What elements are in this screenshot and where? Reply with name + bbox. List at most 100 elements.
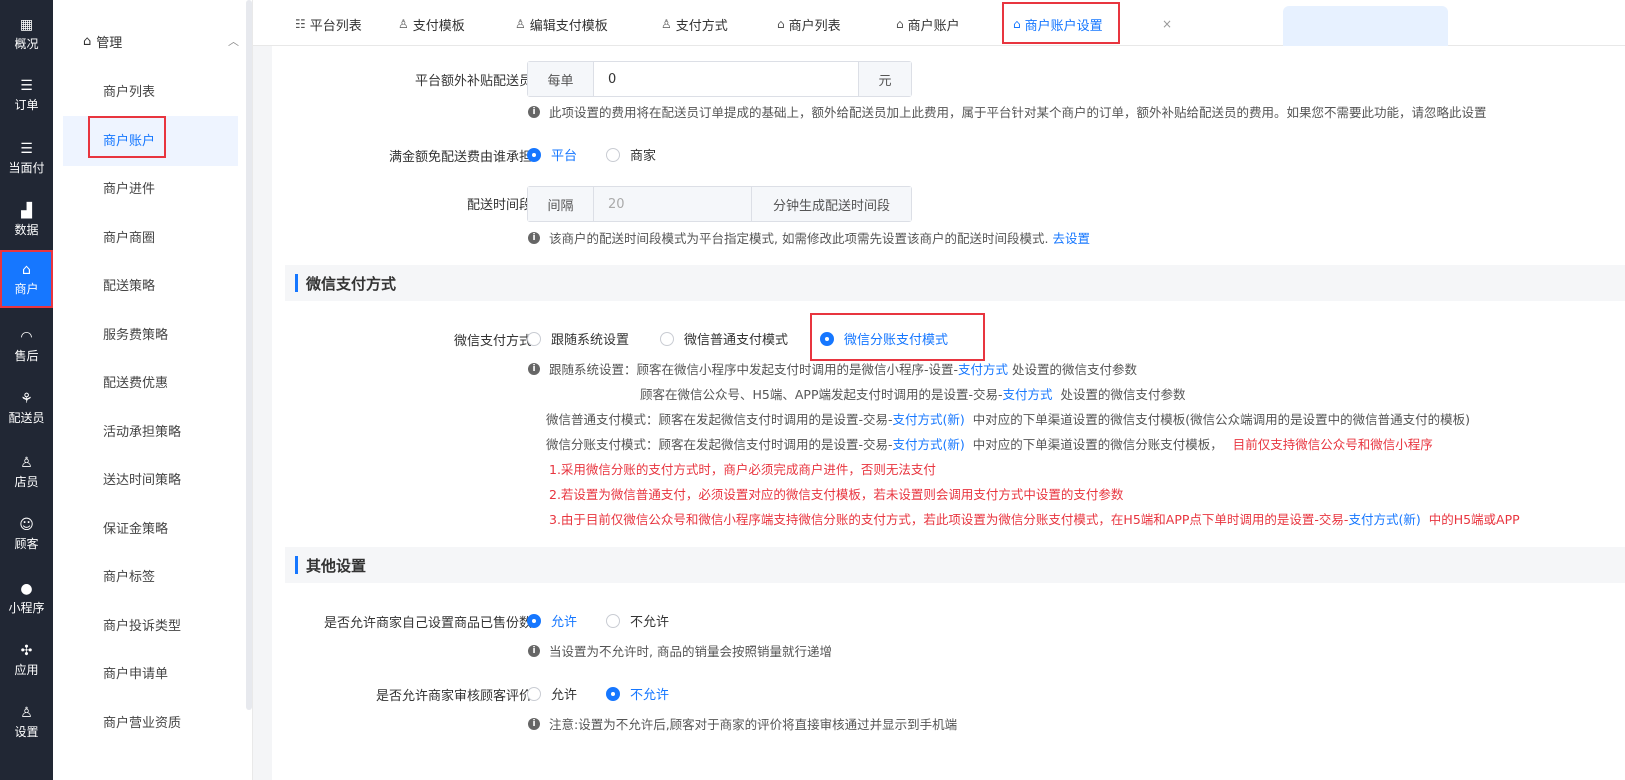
radio-dot: [606, 147, 620, 162]
review-label: 是否允许商家审核顾客评价: [375, 689, 532, 704]
info-icon: i: [528, 105, 540, 118]
sidebar-item-complaint-types[interactable]: 商户投诉类型: [103, 609, 181, 639]
radio-dot: [527, 147, 541, 162]
tab-label: 商户列表: [788, 18, 841, 34]
free-delivery-label: 满金额免配送费由谁承担: [388, 150, 532, 165]
section-bar: [295, 556, 298, 574]
nav-item-merchant[interactable]: ⌂ 商户: [0, 250, 53, 308]
tab-merchant-account[interactable]: ⌂ 商户账户: [896, 13, 960, 35]
section-bar: [295, 274, 298, 292]
tab-payment-method[interactable]: ♙ 支付方式: [661, 13, 728, 35]
nav-label: 顾客: [14, 536, 39, 551]
subsidy-hint-text: 此项设置的费用将在配送员订单提成的基础上，额外给配送员加上此费用，属于平台针对某…: [549, 105, 1487, 120]
radio-label: 不允许: [630, 688, 670, 703]
radio-label: 微信普通支付模式: [684, 333, 789, 348]
tab-merchant-list[interactable]: ⌂ 商户列表: [777, 13, 841, 35]
sidebar-item-merchant-tags[interactable]: 商户标签: [103, 560, 155, 590]
sidebar-scrollbar[interactable]: [246, 0, 252, 710]
radio-label: 允许: [551, 615, 578, 630]
period-input-group: 间隔 分钟生成配送时间段: [527, 186, 912, 222]
period-prefix: 间隔: [528, 187, 594, 221]
sidebar-item-delivery-fee-discount[interactable]: 配送费优惠: [103, 366, 168, 396]
sidebar-item-onboarding[interactable]: 商户进件: [103, 172, 155, 202]
radio-review-allow[interactable]: 允许: [527, 684, 577, 703]
radio-review-disallow[interactable]: 不允许: [606, 684, 669, 703]
sidebar-item-business-license[interactable]: 商户营业资质: [103, 706, 181, 736]
store-icon: ⌂: [896, 17, 904, 31]
nav-item-settings[interactable]: ♙ 设置: [0, 694, 53, 750]
nav-item-overview[interactable]: ▦ 概况: [0, 6, 53, 62]
radio-label: 跟随系统设置: [551, 333, 630, 348]
nav-label: 数据: [14, 222, 39, 237]
sidebar-group-manage[interactable]: ⌂ 管理 ︿: [83, 30, 243, 52]
sidebar-item-activity-policy[interactable]: 活动承担策略: [103, 415, 181, 445]
bar-chart-icon: ▟: [21, 202, 32, 219]
subsidy-input[interactable]: [594, 62, 858, 96]
subsidy-prefix: 每单: [528, 62, 594, 96]
radio-sold-allow[interactable]: 允许: [527, 611, 577, 630]
radio-label: 商家: [630, 149, 657, 164]
radio-follow-system[interactable]: 跟随系统设置: [527, 329, 629, 348]
tab-edit-payment-template[interactable]: ♙ 编辑支付模板: [515, 13, 608, 35]
radio-sold-disallow[interactable]: 不允许: [606, 611, 669, 630]
explain-text: 跟随系统设置：顾客在微信小程序中发起支付时调用的是微信小程序-设置-: [549, 362, 959, 377]
radio-merchant[interactable]: 商家: [606, 145, 656, 164]
nav-item-orders[interactable]: ☰ 订单: [0, 67, 53, 123]
radio-dot: [660, 331, 674, 346]
tab-merchant-account-settings[interactable]: ⌂ 商户账户设置: [1013, 13, 1103, 35]
info-icon: i: [528, 717, 540, 730]
nav-item-data[interactable]: ▟ 数据: [0, 192, 53, 248]
section-title: 微信支付方式: [306, 274, 397, 293]
nav-item-after-sales[interactable]: ◠ 售后: [0, 318, 53, 374]
period-suffix: 分钟生成配送时间段: [751, 187, 911, 221]
radio-platform[interactable]: 平台: [527, 145, 577, 164]
list-icon: ☷: [295, 17, 306, 31]
payment-method-link[interactable]: 支付方式: [958, 359, 1008, 378]
review-hint: i 注意:设置为不允许后,顾客对于商家的评价将直接审核通过并显示到手机端: [528, 714, 957, 733]
payment-method-link[interactable]: 支付方式: [1003, 387, 1053, 402]
note-text: 3.由于目前仅微信公众号和微信小程序端支持微信分账的支付方式，若此项设置为微信分…: [549, 512, 1349, 527]
radio-normal-pay[interactable]: 微信普通支付模式: [660, 329, 788, 348]
nav-label: 应用: [14, 662, 39, 677]
tab-label: 商户账户设置: [1024, 18, 1103, 34]
sidebar-item-arrival-time-policy[interactable]: 送达时间策略: [103, 463, 181, 493]
radio-split-pay[interactable]: 微信分账支付模式: [820, 329, 948, 348]
radio-dot: [820, 331, 834, 346]
review-hint-text: 注意:设置为不允许后,顾客对于商家的评价将直接审核通过并显示到手机端: [549, 717, 958, 732]
payment-method-new-link[interactable]: 支付方式(新): [893, 437, 965, 452]
nav-label: 小程序: [8, 600, 45, 615]
payment-method-new-link[interactable]: 支付方式(新): [1348, 512, 1420, 527]
info-icon: i: [528, 644, 540, 657]
sidebar-item-merchant-list[interactable]: 商户列表: [103, 75, 155, 105]
sidebar-item-delivery-policy[interactable]: 配送策略: [103, 269, 155, 299]
payment-method-new-link[interactable]: 支付方式(新): [893, 412, 965, 427]
nav-item-customer[interactable]: ☺ 顾客: [0, 506, 53, 562]
radio-label: 微信分账支付模式: [844, 333, 949, 348]
sidebar-item-merchant-account[interactable]: 商户账户: [103, 124, 155, 154]
user-icon: ♙: [20, 454, 33, 471]
active-tab-background: [1283, 6, 1448, 46]
tab-platform-list[interactable]: ☷ 平台列表: [295, 13, 362, 35]
store-icon: ⌂: [777, 17, 785, 31]
sidebar-item-applications[interactable]: 商户申请单: [103, 657, 168, 687]
tab-payment-template[interactable]: ♙ 支付模板: [398, 13, 465, 35]
period-input[interactable]: [594, 187, 751, 221]
sidebar-item-deposit-policy[interactable]: 保证金策略: [103, 512, 168, 542]
nav-item-apps[interactable]: ✣ 应用: [0, 632, 53, 688]
nav-item-courier[interactable]: ⚘ 配送员: [0, 380, 53, 436]
explain-text: 微信普通支付模式：顾客在发起微信支付时调用的是设置-交易-: [546, 412, 893, 427]
chevron-up-icon: ︿: [228, 35, 239, 48]
secondary-sidebar: ⌂ 管理 ︿ 商户列表 商户账户 商户进件 商户商圈 配送策略 服务费策略 配送…: [53, 0, 253, 780]
go-setting-link[interactable]: 去设置: [1052, 228, 1090, 247]
nav-item-mini-program[interactable]: ● 小程序: [0, 570, 53, 626]
sidebar-item-service-fee-policy[interactable]: 服务费策略: [103, 318, 168, 348]
explain-warning: 目前仅支持微信公众号和微信小程序: [1232, 437, 1433, 452]
nav-item-face-pay[interactable]: ☰ 当面付: [0, 130, 53, 186]
sidebar-item-business-circle[interactable]: 商户商圈: [103, 221, 155, 251]
nav-label: 店员: [14, 474, 39, 489]
nav-item-clerk[interactable]: ♙ 店员: [0, 444, 53, 500]
wechat-explain-line-1: i 跟随系统设置：顾客在微信小程序中发起支付时调用的是微信小程序-设置- 支付方…: [528, 359, 1137, 378]
close-icon[interactable]: ×: [1162, 13, 1172, 35]
section-other-settings: 其他设置: [285, 547, 1625, 583]
tab-label: 支付方式: [675, 18, 728, 34]
